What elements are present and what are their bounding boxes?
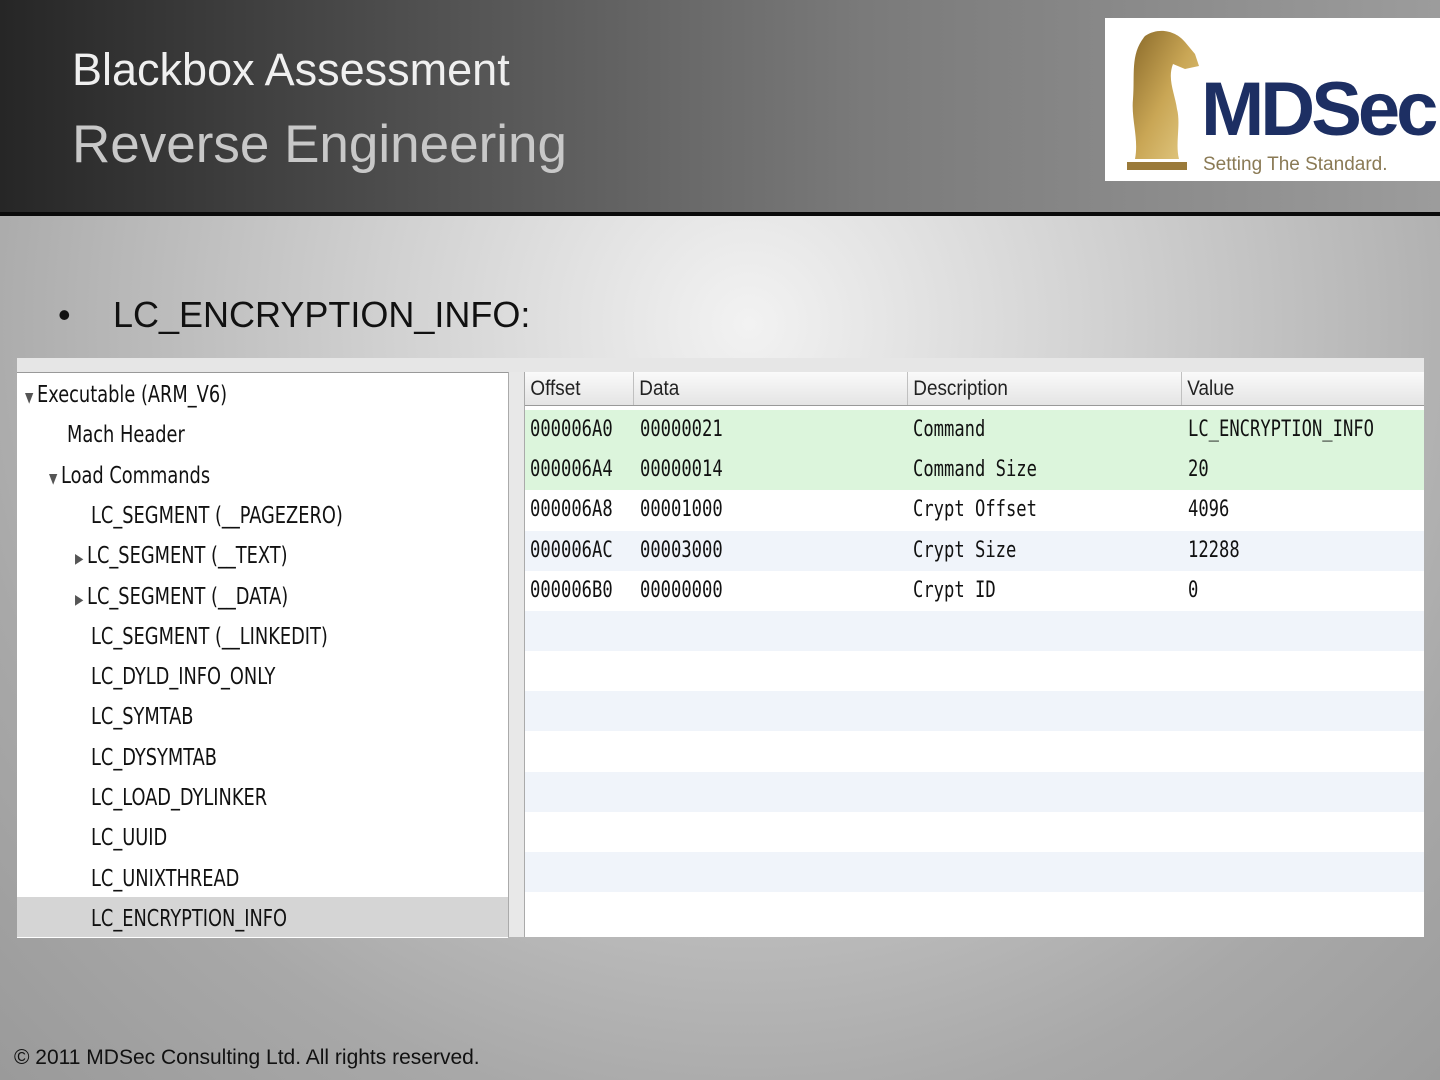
empty-row [525,852,1424,893]
cell-value: 0 [1188,577,1199,603]
cell-data: 00003000 [640,537,723,563]
tree-item[interactable]: ▶ LC_SEGMENT (__TEXT) [75,536,288,576]
tree-item-label: LC_DYSYMTAB [91,744,217,771]
macho-viewer-screenshot: ▼ Executable (ARM_V6) Mach Header ▼ Load Com… [17,358,1424,938]
cell-value: 4096 [1188,497,1230,523]
tree-item[interactable]: ▼ Executable (ARM_V6) [25,375,227,415]
table-row[interactable]: 000006A4 00000014 Command Size 20 [525,450,1424,493]
cell-description: Crypt Size [913,537,1017,563]
empty-row [525,611,1424,651]
tree-item[interactable]: Mach Header [67,415,185,455]
load-commands-tree: ▼ Executable (ARM_V6) Mach Header ▼ Load Com… [17,372,508,938]
cell-value: 12288 [1188,537,1240,563]
tree-item-label: Mach Header [67,422,185,449]
tree-item-label: LC_LOAD_DYLINKER [91,785,268,811]
cell-description: Command Size [913,457,1037,483]
cell-data: 00001000 [640,497,723,523]
logo-wordmark: MDSec [1201,67,1438,152]
tree-item[interactable]: LC_ENCRYPTION_INFO [91,899,287,939]
tree-item[interactable]: LC_SEGMENT (__LINKEDIT) [91,617,328,657]
tree-item-label: Load Commands [61,462,211,489]
details-table: 000006A0 00000021 Command LC_ENCRYPTION_INF… [525,372,1424,937]
cell-data: 00000021 [640,417,723,442]
tree-item[interactable]: ▶ LC_SEGMENT (__DATA) [75,577,288,617]
copyright-footer: © 2011 MDSec Consulting Ltd. All rights … [14,1046,480,1069]
disclosure-open-icon[interactable]: ▼ [25,378,37,418]
cell-offset: 000006A0 [530,417,613,442]
knight-icon [1127,30,1199,170]
table-row[interactable]: 000006B0 00000000 Crypt ID 0 [525,570,1424,611]
cell-offset: 000006AC [530,537,613,563]
tree-item-label: LC_SEGMENT (__LINKEDIT) [91,623,328,650]
empty-row [525,771,1424,812]
mdsec-logo: MDSec Setting The Standard. [1105,18,1440,181]
table-row[interactable]: 000006AC 00003000 Crypt Size 12288 [525,530,1424,571]
column-header-offset[interactable]: Offset [525,372,580,405]
tree-item-label: LC_SEGMENT (__PAGEZERO) [91,502,343,529]
tree-item-label: LC_SYMTAB [91,704,194,731]
empty-row [525,892,1424,933]
cell-data: 00000014 [640,457,723,483]
tree-item[interactable]: LC_SEGMENT (__PAGEZERO) [91,496,343,536]
cell-value: 20 [1188,457,1209,483]
tree-item-label: LC_SEGMENT (__TEXT) [87,543,288,570]
bullet-marker: • [58,294,71,335]
cell-offset: 000006A8 [530,497,613,523]
tree-item[interactable]: LC_DYSYMTAB [91,738,217,778]
slide-subtitle: Reverse Engineering [72,115,567,174]
bullet-text: LC_ENCRYPTION_INFO: [113,294,531,335]
cell-description: Crypt ID [913,577,996,603]
tree-item-label: LC_DYLD_INFO_ONLY [91,664,276,691]
slide-title: Blackbox Assessment [72,44,510,95]
cell-description: Crypt Offset [913,497,1037,523]
logo-tagline: Setting The Standard. [1203,154,1388,175]
table-row[interactable]: 000006A0 00000021 Command LC_ENCRYPTION_INF… [525,410,1424,450]
pane-splitter[interactable] [508,372,525,937]
column-header-value[interactable]: Value [1181,372,1234,405]
empty-row [525,812,1424,852]
column-header-data[interactable]: Data [633,372,679,405]
cell-data: 00000000 [640,577,723,603]
cell-value: LC_ENCRYPTION_INFO [1188,417,1374,442]
empty-row [525,691,1424,732]
bullet-item: • LC_ENCRYPTION_INFO: [58,294,530,336]
disclosure-closed-icon[interactable]: ▶ [75,539,87,579]
tree-item-label: LC_UUID [91,825,168,852]
tree-item-label: LC_UNIXTHREAD [91,865,240,892]
tree-item[interactable]: LC_UNIXTHREAD [91,859,239,899]
tree-item[interactable]: ▼ Load Commands [49,456,210,496]
disclosure-open-icon[interactable]: ▼ [49,459,61,499]
column-header-description[interactable]: Description [907,372,1008,405]
tree-item-label: LC_ENCRYPTION_INFO [91,905,288,932]
tree-item[interactable]: LC_SYMTAB [91,697,193,737]
tree-item[interactable]: LC_LOAD_DYLINKER [91,778,267,818]
table-row[interactable]: 000006A8 00001000 Crypt Offset 4096 [525,490,1424,531]
tree-item[interactable]: LC_UUID [91,818,167,858]
empty-row [525,651,1424,692]
cell-offset: 000006A4 [530,457,613,483]
cell-description: Command [913,417,986,442]
tree-item[interactable]: LC_DYLD_INFO_ONLY [91,657,275,697]
empty-row [525,731,1424,772]
table-header: Offset Data Description Value [525,372,1424,406]
disclosure-closed-icon[interactable]: ▶ [75,580,87,620]
cell-offset: 000006B0 [530,577,613,603]
tree-item-label: LC_SEGMENT (__DATA) [87,583,289,610]
tree-item-label: Executable (ARM_V6) [37,382,228,408]
